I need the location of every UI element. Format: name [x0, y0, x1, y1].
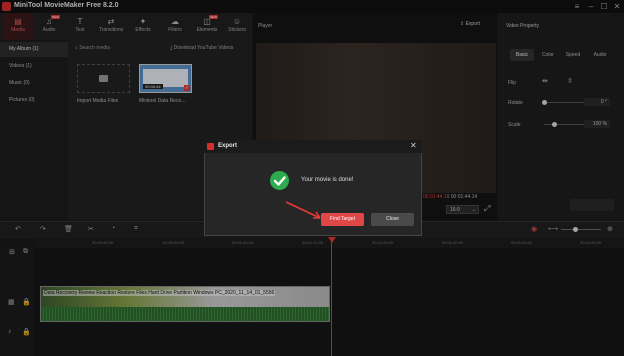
dialog-logo-icon — [207, 143, 214, 150]
success-check-icon — [270, 171, 289, 190]
dialog-message: Your movie is done! — [301, 177, 354, 183]
dialog-title: Export — [218, 143, 238, 149]
close-button[interactable]: Close — [371, 213, 414, 226]
annotation-arrow — [285, 201, 321, 219]
dialog-close-icon[interactable]: ✕ — [410, 141, 417, 150]
find-target-button[interactable]: Find Target — [321, 213, 364, 226]
